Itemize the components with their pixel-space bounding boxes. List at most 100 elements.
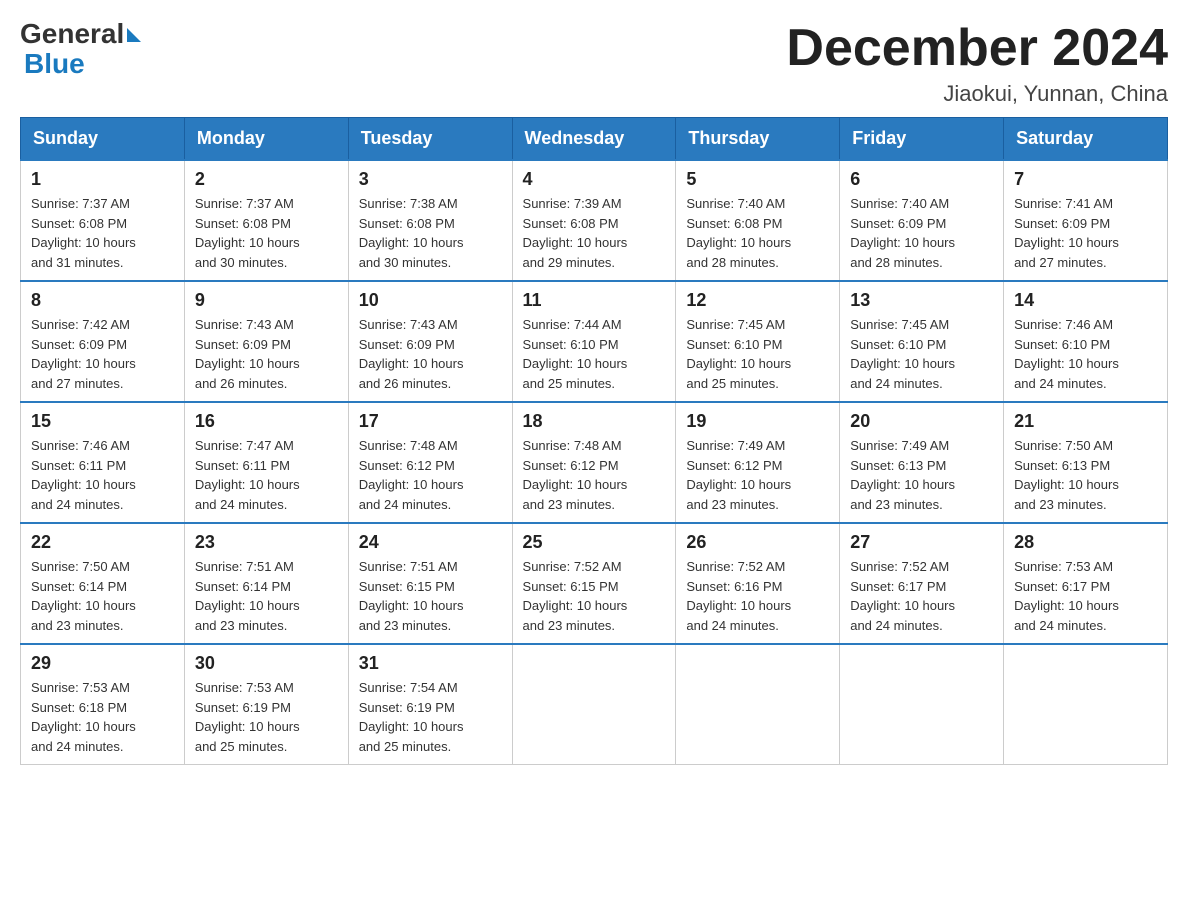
- day-info: Sunrise: 7:43 AMSunset: 6:09 PMDaylight:…: [359, 317, 464, 391]
- day-number: 27: [850, 532, 993, 553]
- day-number: 28: [1014, 532, 1157, 553]
- day-info: Sunrise: 7:51 AMSunset: 6:14 PMDaylight:…: [195, 559, 300, 633]
- day-info: Sunrise: 7:42 AMSunset: 6:09 PMDaylight:…: [31, 317, 136, 391]
- location-title: Jiaokui, Yunnan, China: [786, 81, 1168, 107]
- day-number: 23: [195, 532, 338, 553]
- day-number: 5: [686, 169, 829, 190]
- day-info: Sunrise: 7:41 AMSunset: 6:09 PMDaylight:…: [1014, 196, 1119, 270]
- calendar-cell: 31 Sunrise: 7:54 AMSunset: 6:19 PMDaylig…: [348, 644, 512, 765]
- col-monday: Monday: [184, 118, 348, 161]
- day-info: Sunrise: 7:46 AMSunset: 6:11 PMDaylight:…: [31, 438, 136, 512]
- col-saturday: Saturday: [1004, 118, 1168, 161]
- week-row-3: 15 Sunrise: 7:46 AMSunset: 6:11 PMDaylig…: [21, 402, 1168, 523]
- day-info: Sunrise: 7:45 AMSunset: 6:10 PMDaylight:…: [686, 317, 791, 391]
- col-friday: Friday: [840, 118, 1004, 161]
- day-number: 12: [686, 290, 829, 311]
- day-info: Sunrise: 7:37 AMSunset: 6:08 PMDaylight:…: [31, 196, 136, 270]
- day-number: 20: [850, 411, 993, 432]
- day-info: Sunrise: 7:39 AMSunset: 6:08 PMDaylight:…: [523, 196, 628, 270]
- calendar-cell: 3 Sunrise: 7:38 AMSunset: 6:08 PMDayligh…: [348, 160, 512, 281]
- day-number: 19: [686, 411, 829, 432]
- week-row-5: 29 Sunrise: 7:53 AMSunset: 6:18 PMDaylig…: [21, 644, 1168, 765]
- week-row-2: 8 Sunrise: 7:42 AMSunset: 6:09 PMDayligh…: [21, 281, 1168, 402]
- calendar-cell: 4 Sunrise: 7:39 AMSunset: 6:08 PMDayligh…: [512, 160, 676, 281]
- day-number: 7: [1014, 169, 1157, 190]
- calendar-cell: 12 Sunrise: 7:45 AMSunset: 6:10 PMDaylig…: [676, 281, 840, 402]
- calendar-cell: 17 Sunrise: 7:48 AMSunset: 6:12 PMDaylig…: [348, 402, 512, 523]
- day-number: 2: [195, 169, 338, 190]
- day-number: 31: [359, 653, 502, 674]
- day-info: Sunrise: 7:47 AMSunset: 6:11 PMDaylight:…: [195, 438, 300, 512]
- day-info: Sunrise: 7:54 AMSunset: 6:19 PMDaylight:…: [359, 680, 464, 754]
- day-number: 24: [359, 532, 502, 553]
- calendar-cell: 6 Sunrise: 7:40 AMSunset: 6:09 PMDayligh…: [840, 160, 1004, 281]
- day-number: 10: [359, 290, 502, 311]
- day-info: Sunrise: 7:50 AMSunset: 6:14 PMDaylight:…: [31, 559, 136, 633]
- calendar-cell: 21 Sunrise: 7:50 AMSunset: 6:13 PMDaylig…: [1004, 402, 1168, 523]
- col-sunday: Sunday: [21, 118, 185, 161]
- calendar-cell: 24 Sunrise: 7:51 AMSunset: 6:15 PMDaylig…: [348, 523, 512, 644]
- day-info: Sunrise: 7:52 AMSunset: 6:17 PMDaylight:…: [850, 559, 955, 633]
- calendar-cell: 14 Sunrise: 7:46 AMSunset: 6:10 PMDaylig…: [1004, 281, 1168, 402]
- month-title: December 2024: [786, 20, 1168, 77]
- calendar-cell: 22 Sunrise: 7:50 AMSunset: 6:14 PMDaylig…: [21, 523, 185, 644]
- calendar-cell: 25 Sunrise: 7:52 AMSunset: 6:15 PMDaylig…: [512, 523, 676, 644]
- calendar-cell: [840, 644, 1004, 765]
- calendar-cell: 8 Sunrise: 7:42 AMSunset: 6:09 PMDayligh…: [21, 281, 185, 402]
- day-info: Sunrise: 7:38 AMSunset: 6:08 PMDaylight:…: [359, 196, 464, 270]
- day-info: Sunrise: 7:40 AMSunset: 6:09 PMDaylight:…: [850, 196, 955, 270]
- day-info: Sunrise: 7:53 AMSunset: 6:18 PMDaylight:…: [31, 680, 136, 754]
- calendar-cell: 9 Sunrise: 7:43 AMSunset: 6:09 PMDayligh…: [184, 281, 348, 402]
- day-info: Sunrise: 7:52 AMSunset: 6:16 PMDaylight:…: [686, 559, 791, 633]
- day-info: Sunrise: 7:48 AMSunset: 6:12 PMDaylight:…: [359, 438, 464, 512]
- day-info: Sunrise: 7:46 AMSunset: 6:10 PMDaylight:…: [1014, 317, 1119, 391]
- day-number: 3: [359, 169, 502, 190]
- day-number: 11: [523, 290, 666, 311]
- calendar-cell: 29 Sunrise: 7:53 AMSunset: 6:18 PMDaylig…: [21, 644, 185, 765]
- calendar-cell: 26 Sunrise: 7:52 AMSunset: 6:16 PMDaylig…: [676, 523, 840, 644]
- col-tuesday: Tuesday: [348, 118, 512, 161]
- day-info: Sunrise: 7:51 AMSunset: 6:15 PMDaylight:…: [359, 559, 464, 633]
- calendar-cell: 7 Sunrise: 7:41 AMSunset: 6:09 PMDayligh…: [1004, 160, 1168, 281]
- day-number: 17: [359, 411, 502, 432]
- week-row-1: 1 Sunrise: 7:37 AMSunset: 6:08 PMDayligh…: [21, 160, 1168, 281]
- calendar-cell: 18 Sunrise: 7:48 AMSunset: 6:12 PMDaylig…: [512, 402, 676, 523]
- calendar-table: Sunday Monday Tuesday Wednesday Thursday…: [20, 117, 1168, 765]
- day-info: Sunrise: 7:49 AMSunset: 6:12 PMDaylight:…: [686, 438, 791, 512]
- logo: General Blue: [20, 20, 144, 80]
- day-number: 8: [31, 290, 174, 311]
- day-number: 16: [195, 411, 338, 432]
- calendar-cell: 10 Sunrise: 7:43 AMSunset: 6:09 PMDaylig…: [348, 281, 512, 402]
- calendar-cell: 1 Sunrise: 7:37 AMSunset: 6:08 PMDayligh…: [21, 160, 185, 281]
- page-header: General Blue December 2024 Jiaokui, Yunn…: [20, 20, 1168, 107]
- day-number: 29: [31, 653, 174, 674]
- day-number: 4: [523, 169, 666, 190]
- day-number: 14: [1014, 290, 1157, 311]
- calendar-cell: 27 Sunrise: 7:52 AMSunset: 6:17 PMDaylig…: [840, 523, 1004, 644]
- calendar-cell: 13 Sunrise: 7:45 AMSunset: 6:10 PMDaylig…: [840, 281, 1004, 402]
- calendar-cell: 28 Sunrise: 7:53 AMSunset: 6:17 PMDaylig…: [1004, 523, 1168, 644]
- calendar-cell: [676, 644, 840, 765]
- day-info: Sunrise: 7:53 AMSunset: 6:19 PMDaylight:…: [195, 680, 300, 754]
- day-info: Sunrise: 7:50 AMSunset: 6:13 PMDaylight:…: [1014, 438, 1119, 512]
- week-row-4: 22 Sunrise: 7:50 AMSunset: 6:14 PMDaylig…: [21, 523, 1168, 644]
- day-number: 6: [850, 169, 993, 190]
- day-info: Sunrise: 7:49 AMSunset: 6:13 PMDaylight:…: [850, 438, 955, 512]
- day-info: Sunrise: 7:48 AMSunset: 6:12 PMDaylight:…: [523, 438, 628, 512]
- header-row: Sunday Monday Tuesday Wednesday Thursday…: [21, 118, 1168, 161]
- day-info: Sunrise: 7:44 AMSunset: 6:10 PMDaylight:…: [523, 317, 628, 391]
- day-number: 25: [523, 532, 666, 553]
- calendar-cell: 30 Sunrise: 7:53 AMSunset: 6:19 PMDaylig…: [184, 644, 348, 765]
- col-thursday: Thursday: [676, 118, 840, 161]
- day-number: 15: [31, 411, 174, 432]
- title-block: December 2024 Jiaokui, Yunnan, China: [786, 20, 1168, 107]
- day-info: Sunrise: 7:45 AMSunset: 6:10 PMDaylight:…: [850, 317, 955, 391]
- calendar-cell: 23 Sunrise: 7:51 AMSunset: 6:14 PMDaylig…: [184, 523, 348, 644]
- day-info: Sunrise: 7:40 AMSunset: 6:08 PMDaylight:…: [686, 196, 791, 270]
- day-number: 21: [1014, 411, 1157, 432]
- calendar-cell: [1004, 644, 1168, 765]
- calendar-cell: 20 Sunrise: 7:49 AMSunset: 6:13 PMDaylig…: [840, 402, 1004, 523]
- day-number: 22: [31, 532, 174, 553]
- day-info: Sunrise: 7:37 AMSunset: 6:08 PMDaylight:…: [195, 196, 300, 270]
- day-info: Sunrise: 7:43 AMSunset: 6:09 PMDaylight:…: [195, 317, 300, 391]
